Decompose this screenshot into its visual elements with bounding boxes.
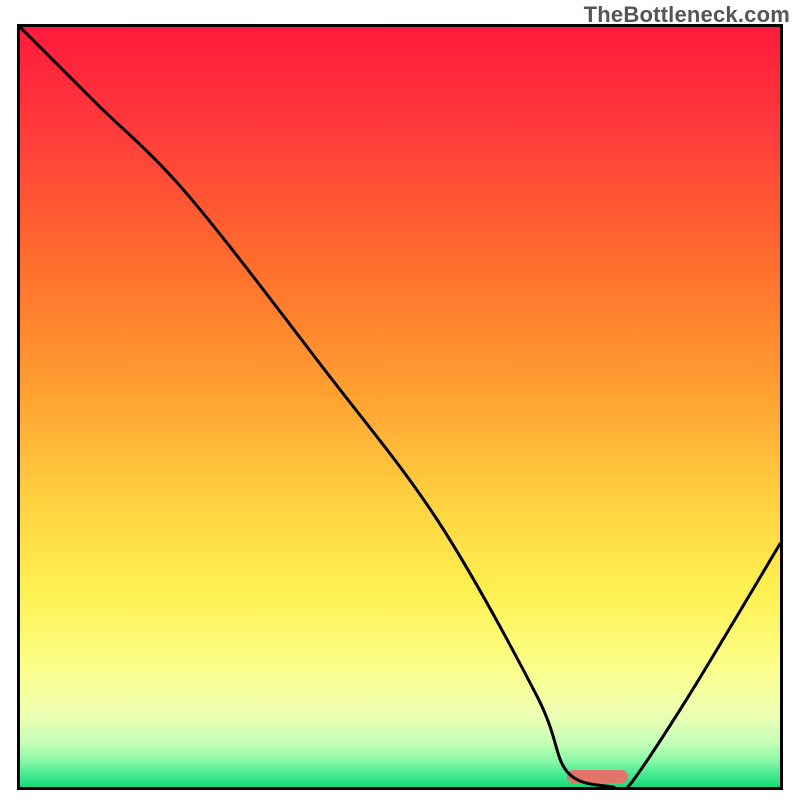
curve-svg — [20, 27, 780, 787]
plot-area — [17, 24, 783, 790]
watermark-text: TheBottleneck.com — [584, 2, 790, 28]
bottleneck-curve-path — [20, 27, 780, 787]
chart-container: TheBottleneck.com — [0, 0, 800, 800]
